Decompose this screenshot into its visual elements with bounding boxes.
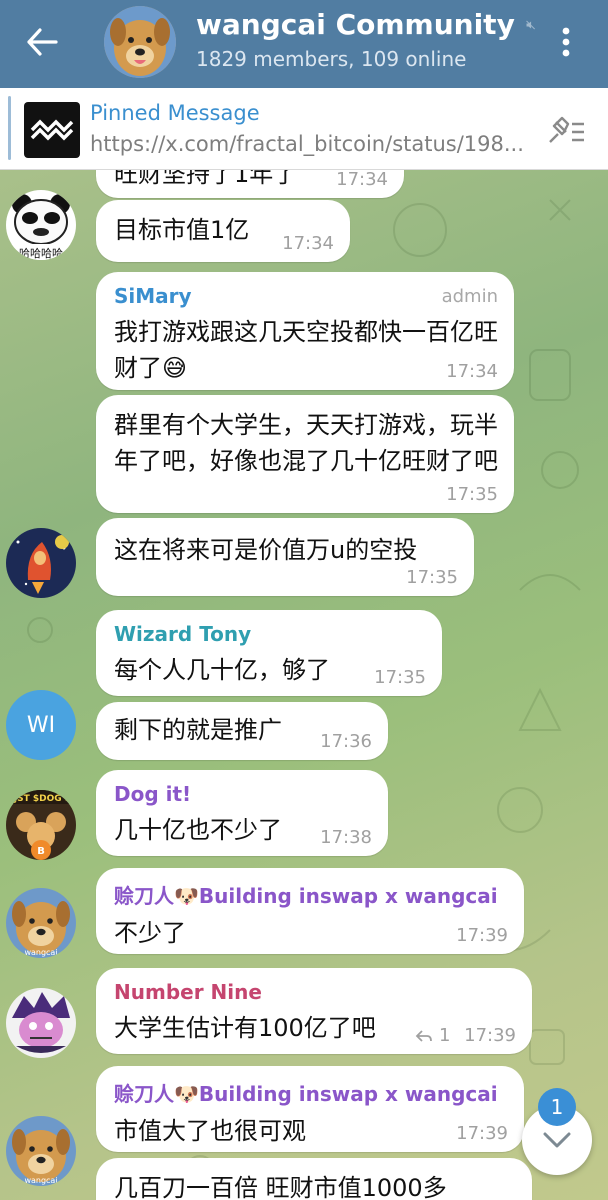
- admin-badge: admin: [441, 286, 498, 307]
- message-time: 17:39: [456, 925, 508, 946]
- message-bubble[interactable]: Wizard Tony 每个人几十亿，够了 17:35: [96, 610, 442, 696]
- more-menu-button[interactable]: [548, 22, 584, 62]
- message-text: 几百刀一百倍 旺财市值1000多: [114, 1174, 447, 1200]
- sender-name[interactable]: Dog it!: [114, 782, 370, 806]
- message-bubble[interactable]: 赊刀人🐶Building inswap x wangcai 市值大了也很可观 1…: [96, 1066, 524, 1152]
- svg-text:B: B: [37, 846, 45, 857]
- muted-icon: [525, 20, 535, 29]
- message-bubble[interactable]: 几百刀一百倍 旺财市值1000多: [96, 1158, 532, 1200]
- chat-header: wangcai Community 1829 members, 109 onli…: [0, 0, 608, 88]
- message-meta: 1 17:39: [415, 1025, 516, 1046]
- message-time: 17:36: [320, 731, 372, 752]
- chat-title-text: wangcai Community: [196, 8, 515, 41]
- sender-name[interactable]: 赊刀人🐶Building inswap x wangcai: [114, 1078, 506, 1107]
- message-time: 17:35: [374, 667, 426, 688]
- pin-list-icon: [549, 116, 584, 143]
- more-vertical-icon: [562, 27, 570, 57]
- pinned-indicator: [8, 96, 11, 160]
- sender-name[interactable]: SiMary: [114, 284, 496, 308]
- message-bubble[interactable]: 群里有个大学生，天天打游戏，玩半年了吧，好像也混了几十亿旺财了吧 17:35: [96, 395, 514, 513]
- message-bubble[interactable]: Dog it! 几十亿也不少了 17:38: [96, 770, 388, 856]
- message-time: 17:39: [456, 1123, 508, 1144]
- unread-badge: 1: [538, 1088, 576, 1126]
- sender-name[interactable]: Number Nine: [114, 980, 514, 1004]
- chat-area[interactable]: 旺财坚持了1年了 17:34 哈哈哈哈 目标市值1亿 17:34 SiMary …: [0, 170, 608, 1200]
- sender-name[interactable]: 赊刀人🐶Building inswap x wangcai: [114, 880, 506, 909]
- reply-icon: [415, 1030, 433, 1042]
- sender-avatar-panda[interactable]: 哈哈哈哈: [6, 190, 76, 260]
- svg-text:JST $DOG I: JST $DOG I: [13, 794, 68, 804]
- message-time: 17:35: [446, 484, 498, 505]
- message-time: 17:34: [282, 233, 334, 254]
- message-text: 这在将来可是价值万u的空投: [114, 536, 418, 564]
- pinned-message-bar[interactable]: Pinned Message https://x.com/fractal_bit…: [0, 88, 608, 170]
- reply-count[interactable]: 1: [439, 1025, 450, 1046]
- group-avatar[interactable]: [104, 6, 176, 78]
- message-bubble[interactable]: 目标市值1亿 17:34: [96, 200, 350, 262]
- sender-avatar-wangcai[interactable]: wangcai: [6, 1116, 76, 1186]
- pinned-text: https://x.com/fractal_bitcoin/status/198…: [90, 132, 524, 156]
- svg-text:wangcai: wangcai: [24, 948, 57, 957]
- back-button[interactable]: [20, 20, 64, 64]
- message-text: 市值大了也很可观: [114, 1117, 306, 1145]
- sender-avatar-dogit[interactable]: JST $DOG I B: [6, 790, 76, 860]
- sender-avatar-rocket[interactable]: [6, 528, 76, 598]
- message-bubble[interactable]: Number Nine 大学生估计有100亿了吧 1 17:39: [96, 968, 532, 1054]
- message-time: 17:34: [336, 170, 388, 190]
- message-time: 17:39: [464, 1025, 516, 1046]
- chat-title: wangcai Community: [196, 8, 536, 41]
- avatar-initials: WI: [26, 712, 56, 738]
- message-bubble[interactable]: SiMary admin 我打游戏跟这几天空投都快一百亿旺财了😅 17:34: [96, 272, 514, 390]
- message-bubble[interactable]: 这在将来可是价值万u的空投 17:35: [96, 518, 474, 596]
- member-count: 1829 members, 109 online: [196, 47, 467, 71]
- message-text: 不少了: [114, 919, 186, 947]
- back-arrow-icon: [27, 28, 58, 56]
- message-text: 群里有个大学生，天天打游戏，玩半年了吧，好像也混了几十亿旺财了吧: [114, 411, 498, 475]
- message-time: 17:35: [406, 567, 458, 588]
- chevron-down-icon: [543, 1132, 571, 1148]
- chat-title-area[interactable]: wangcai Community 1829 members, 109 onli…: [196, 8, 536, 71]
- sender-avatar-initials[interactable]: WI: [6, 690, 76, 760]
- pinned-thumbnail: [24, 102, 80, 158]
- message-bubble[interactable]: 旺财坚持了1年了 17:34: [96, 170, 404, 198]
- sender-name[interactable]: Wizard Tony: [114, 622, 424, 646]
- sender-avatar-wangcai[interactable]: wangcai: [6, 888, 76, 958]
- message-bubble[interactable]: 剩下的就是推广 17:36: [96, 702, 388, 760]
- svg-text:wangcai: wangcai: [24, 1176, 57, 1185]
- message-bubble[interactable]: 赊刀人🐶Building inswap x wangcai 不少了 17:39: [96, 868, 524, 954]
- pinned-title: Pinned Message: [90, 101, 260, 125]
- message-time: 17:38: [320, 827, 372, 848]
- pinned-list-button[interactable]: [544, 112, 588, 148]
- message-time: 17:34: [446, 361, 498, 382]
- sender-avatar-number-nine[interactable]: [6, 988, 76, 1058]
